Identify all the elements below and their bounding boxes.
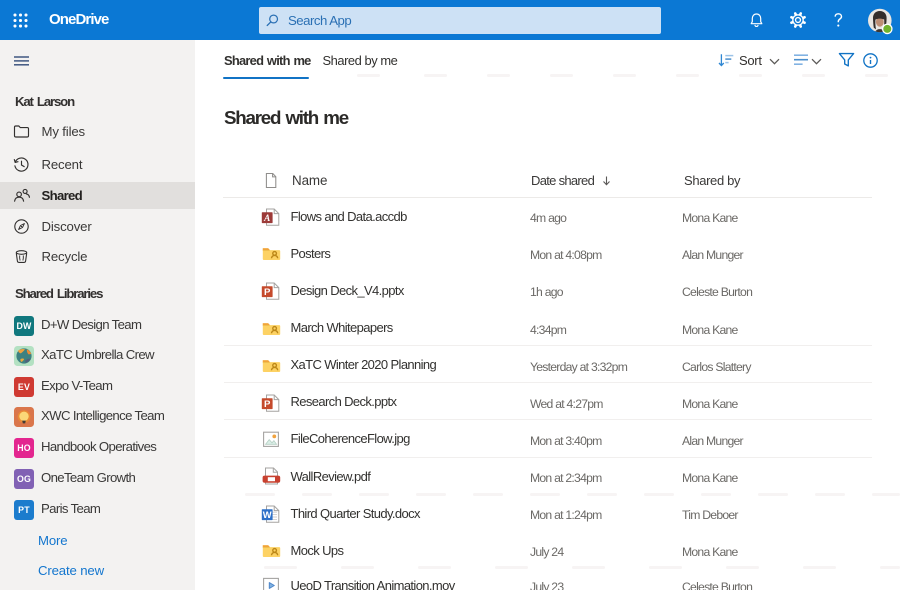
svg-text:A: A (263, 213, 270, 223)
svg-text:W: W (263, 509, 272, 520)
svg-text:P: P (264, 399, 271, 410)
svg-text:P: P (264, 287, 271, 298)
